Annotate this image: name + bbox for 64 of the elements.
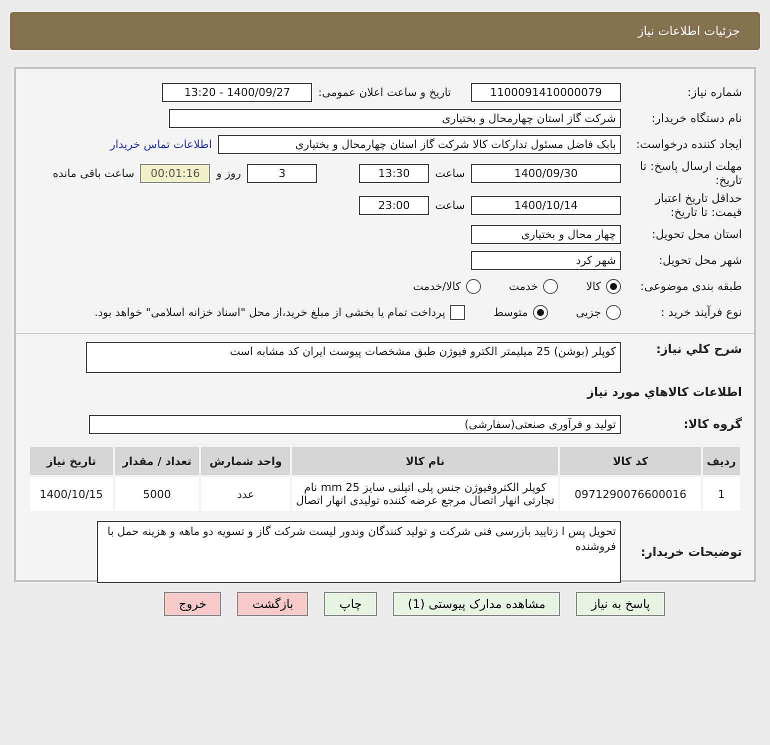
table-cell: کوپلر الکتروفیوژن جنس پلی اتیلنی سایز 25 mm نام تجارتی انهار اتصال مرجع عرضه کننده تولیدی انهار اتصال — [292, 477, 558, 511]
radio-label: جزیی — [576, 306, 601, 318]
buyer-field[interactable]: شرکت گاز استان چهارمحال و بختیاری — [169, 108, 621, 128]
table-cell: 5000 — [114, 477, 200, 511]
field-label: شماره نیاز: — [686, 85, 742, 99]
deadline-date-field[interactable]: 1400/09/30 — [471, 164, 621, 182]
page-title: جزئیات اطلاعات نیاز — [638, 24, 740, 38]
radio-button[interactable] — [606, 278, 621, 294]
field-label: حداقل تاریخ اعتبار قیمت: تا تاریخ: — [654, 191, 742, 219]
need-number-field[interactable]: 1100091410000079 — [471, 82, 621, 102]
requester-field[interactable]: بابک فاضل مسئول تدارکات کالا شرکت گاز استان چهارمحال و بختیاری — [218, 134, 621, 154]
goods-group-field[interactable]: تولید و فرآوری صنعتی(سفارشی) — [89, 414, 621, 434]
province-field[interactable]: چهار محال و بختیاری — [471, 224, 621, 244]
deadline-time-field[interactable]: 13:30 — [359, 164, 430, 182]
checkbox-label: پرداخت تمام یا بخشی از مبلغ خرید،از محل "اسناد خزانه اسلامی" خواهد بود. — [94, 306, 446, 318]
checkbox[interactable] — [450, 304, 466, 320]
field-label: گروه کالا: — [682, 417, 742, 431]
contact-link[interactable]: اطلاعات تماس خریدار — [110, 138, 212, 150]
announce-date-field[interactable]: 1400/09/27 - 13:20 — [162, 82, 312, 102]
action-button[interactable]: مشاهده مدارک پیوستی (1) — [392, 592, 560, 616]
field-label: استان محل تحویل: — [650, 227, 742, 241]
radio-button[interactable] — [466, 278, 481, 294]
field-label: توضیحات خریدار: — [640, 545, 742, 559]
table-cell: 1400/10/15 — [30, 477, 113, 511]
field-label: شرح کلي نياز: — [655, 342, 742, 356]
city-field[interactable]: شهر کرد — [471, 250, 621, 270]
field-label: مهلت ارسال پاسخ: تا تاریخ: — [638, 159, 742, 187]
column-header: تعداد / مقدار — [114, 447, 200, 475]
field-label: روز و — [216, 166, 242, 180]
action-button[interactable]: پاسخ به نیاز — [576, 592, 665, 616]
table-cell: 1 — [702, 477, 740, 511]
field-label: تاریخ و ساعت اعلان عمومی: — [318, 86, 451, 98]
radio-button[interactable] — [543, 278, 558, 294]
section-heading: اطلاعات کالاهاي مورد نياز — [587, 385, 742, 399]
exit-button[interactable]: بازگشت — [237, 592, 308, 616]
summary-field[interactable]: کوپلر (بوشن) 25 میلیمتر الکترو فیوژن طبق مشخصات پیوست ایران کد مشابه است — [86, 342, 621, 373]
action-button[interactable]: چاپ — [324, 592, 377, 616]
field-label: نام دستگاه خریدار: — [650, 111, 742, 125]
validity-date-field[interactable]: 1400/10/14 — [471, 196, 621, 214]
radio-button[interactable] — [606, 304, 621, 320]
radio-label: کالا/خدمت — [413, 280, 461, 292]
column-header: ردیف — [702, 447, 740, 475]
field-label: طبقه بندی موضوعی: — [639, 279, 742, 293]
column-header: تاریخ نیاز — [30, 447, 113, 475]
column-header: نام کالا — [292, 447, 558, 475]
column-header: کد کالا — [560, 447, 701, 475]
field-label: نوع فرآیند خرید : — [660, 305, 742, 319]
field-label: شهر محل تحویل: — [658, 253, 742, 267]
validity-time-field[interactable]: 23:00 — [359, 196, 430, 214]
radio-label: خدمت — [508, 280, 538, 292]
radio-label: متوسط — [493, 306, 528, 318]
radio-button[interactable] — [532, 304, 548, 320]
buyer-notes-field[interactable]: تحویل پس ا زتایید بازرسی فنی شرکت و تولید کنندگان وندور لیست شرکت گاز و تسویه دو ماهه و هزینه حمل با فروشنده — [97, 521, 621, 583]
table-cell: 0971290076600016 — [560, 477, 701, 511]
field-label: ساعت — [435, 198, 465, 212]
field-label: ساعت — [435, 166, 465, 180]
radio-label: کالا — [586, 280, 601, 292]
days-field[interactable]: 3 — [247, 164, 318, 182]
column-header: واحد شمارش — [201, 447, 290, 475]
table-cell: عدد — [201, 477, 290, 511]
remaining-time-field[interactable]: 00:01:16 — [140, 164, 210, 182]
field-label: ایجاد کننده درخواست: — [635, 137, 742, 151]
exit-button[interactable]: خروج — [164, 592, 222, 616]
field-label: ساعت باقی مانده — [52, 166, 134, 180]
